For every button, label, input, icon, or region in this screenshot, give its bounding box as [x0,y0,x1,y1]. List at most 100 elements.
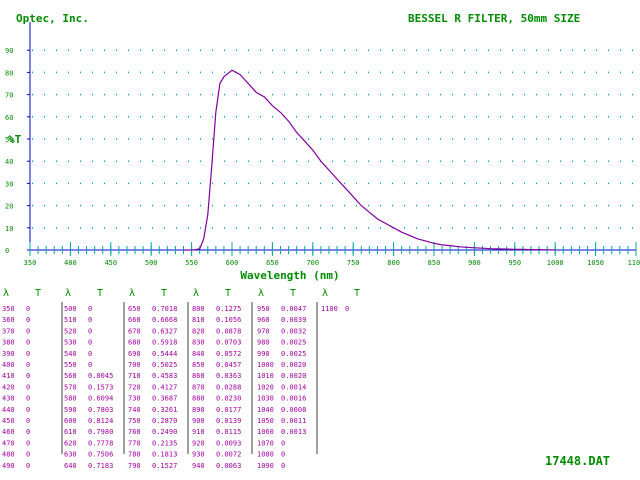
table-cell-wavelength: 750 [128,417,141,425]
y-tick-label: 80 [5,69,13,77]
table-cell-transmission: 0 [281,462,285,470]
table-cell-wavelength: 440 [2,406,15,414]
table-cell-wavelength: 970 [257,327,270,335]
table-cell-wavelength: 350 [2,305,15,313]
table-cell-wavelength: 1100 [321,305,338,313]
data-filename: 17448.DAT [545,454,611,468]
transmission-curve [183,69,556,251]
axis-layer [27,22,637,256]
table-cell-transmission: 0 [26,395,30,403]
x-tick-label: 1050 [587,259,604,267]
table-cell-transmission: 0.0363 [216,372,241,380]
table-cell-transmission: 0 [26,305,30,313]
table-header-t: T [97,288,103,299]
table-header-t: T [354,288,360,299]
table-header-t: T [35,288,41,299]
table-cell-wavelength: 430 [2,395,15,403]
table-cell-transmission: 0.4127 [152,383,177,391]
table-cell-transmission: 0.0016 [281,395,306,403]
table-cell-transmission: 0.6327 [152,327,177,335]
table-cell-transmission: 0 [26,361,30,369]
table-cell-wavelength: 470 [2,439,15,447]
table-cell-wavelength: 410 [2,372,15,380]
table-header-t: T [290,288,296,299]
table-cell-wavelength: 1070 [257,439,274,447]
table-cell-transmission: 0.7980 [88,428,113,436]
table-cell-transmission: 0 [88,350,92,358]
table-cell-transmission: 0.0115 [216,428,241,436]
x-tick-label: 750 [347,259,360,267]
table-cell-wavelength: 610 [64,428,77,436]
table-cell-transmission: 0 [26,451,30,459]
table-cell-wavelength: 720 [128,383,141,391]
table-cell-transmission: 0.0025 [281,350,306,358]
table-cell-wavelength: 560 [64,372,77,380]
table-cell-transmission: 0.7803 [88,406,113,414]
table-cell-transmission: 0.0014 [281,383,306,391]
table-cell-transmission: 0.0093 [216,439,241,447]
table-cell-wavelength: 1030 [257,395,274,403]
table-cell-wavelength: 860 [192,372,205,380]
table-cell-transmission: 0.6668 [152,316,177,324]
table-cell-wavelength: 1010 [257,372,274,380]
table-cell-transmission: 0.2135 [152,439,177,447]
table-cell-transmission: 0.5918 [152,339,177,347]
table-cell-wavelength: 940 [192,462,205,470]
table-cell-transmission: 0 [88,361,92,369]
x-tick-label: 800 [387,259,400,267]
table-cell-transmission: 0.3261 [152,406,177,414]
table-cell-wavelength: 920 [192,439,205,447]
table-cell-transmission: 0.0139 [216,417,241,425]
table-cell-wavelength: 640 [64,462,77,470]
table-cell-wavelength: 1080 [257,451,274,459]
y-tick-label: 30 [5,180,13,188]
table-cell-transmission: 0.0703 [216,339,241,347]
table-cell-transmission: 0.0045 [88,372,113,380]
table-cell-transmission: 0.0025 [281,339,306,347]
x-tick-label: 900 [468,259,481,267]
table-cell-transmission: 0.0288 [216,383,241,391]
table-cell-transmission: 0 [88,305,92,313]
y-tick-label: 0 [5,247,9,255]
table-cell-transmission: 0.0457 [216,361,241,369]
table-cell-wavelength: 700 [128,361,141,369]
table-cell-wavelength: 400 [2,361,15,369]
table-cell-transmission: 0.0878 [216,327,241,335]
table-cell-transmission: 0.8124 [88,417,113,425]
table-cell-transmission: 0 [88,327,92,335]
table-cell-wavelength: 660 [128,316,141,324]
table-header-lambda: λ [258,288,264,299]
table-cell-transmission: 0.0032 [281,327,306,335]
x-tick-label: 500 [145,259,158,267]
table-cell-transmission: 0.1056 [216,316,241,324]
x-tick-label: 850 [428,259,441,267]
table-cell-transmission: 0.0177 [216,406,241,414]
table-cell-transmission: 0.7778 [88,439,113,447]
x-tick-label: 350 [24,259,37,267]
table-cell-wavelength: 650 [128,305,141,313]
table-cell-wavelength: 490 [2,462,15,470]
x-tick-label: 600 [226,259,239,267]
y-tick-label: 70 [5,92,13,100]
table-header-lambda: λ [3,288,9,299]
table-cell-wavelength: 890 [192,406,205,414]
table-cell-transmission: 0.5444 [152,350,177,358]
table-cell-transmission: 0.7183 [88,462,113,470]
x-tick-label: 400 [64,259,77,267]
y-tick-label: 10 [5,225,13,233]
table-cell-wavelength: 360 [2,316,15,324]
y-tick-label: 20 [5,203,13,211]
table-cell-wavelength: 880 [192,395,205,403]
x-tick-label: 650 [266,259,279,267]
table-cell-wavelength: 930 [192,451,205,459]
table-cell-wavelength: 790 [128,462,141,470]
table-cell-transmission: 0.7018 [152,305,177,313]
table-cell-transmission: 0 [281,439,285,447]
table-cell-wavelength: 480 [2,451,15,459]
table-cell-wavelength: 960 [257,316,270,324]
table-cell-wavelength: 370 [2,327,15,335]
table-cell-wavelength: 1000 [257,361,274,369]
table-cell-transmission: 0.1813 [152,451,177,459]
table-cell-wavelength: 620 [64,439,77,447]
table-cell-wavelength: 1020 [257,383,274,391]
